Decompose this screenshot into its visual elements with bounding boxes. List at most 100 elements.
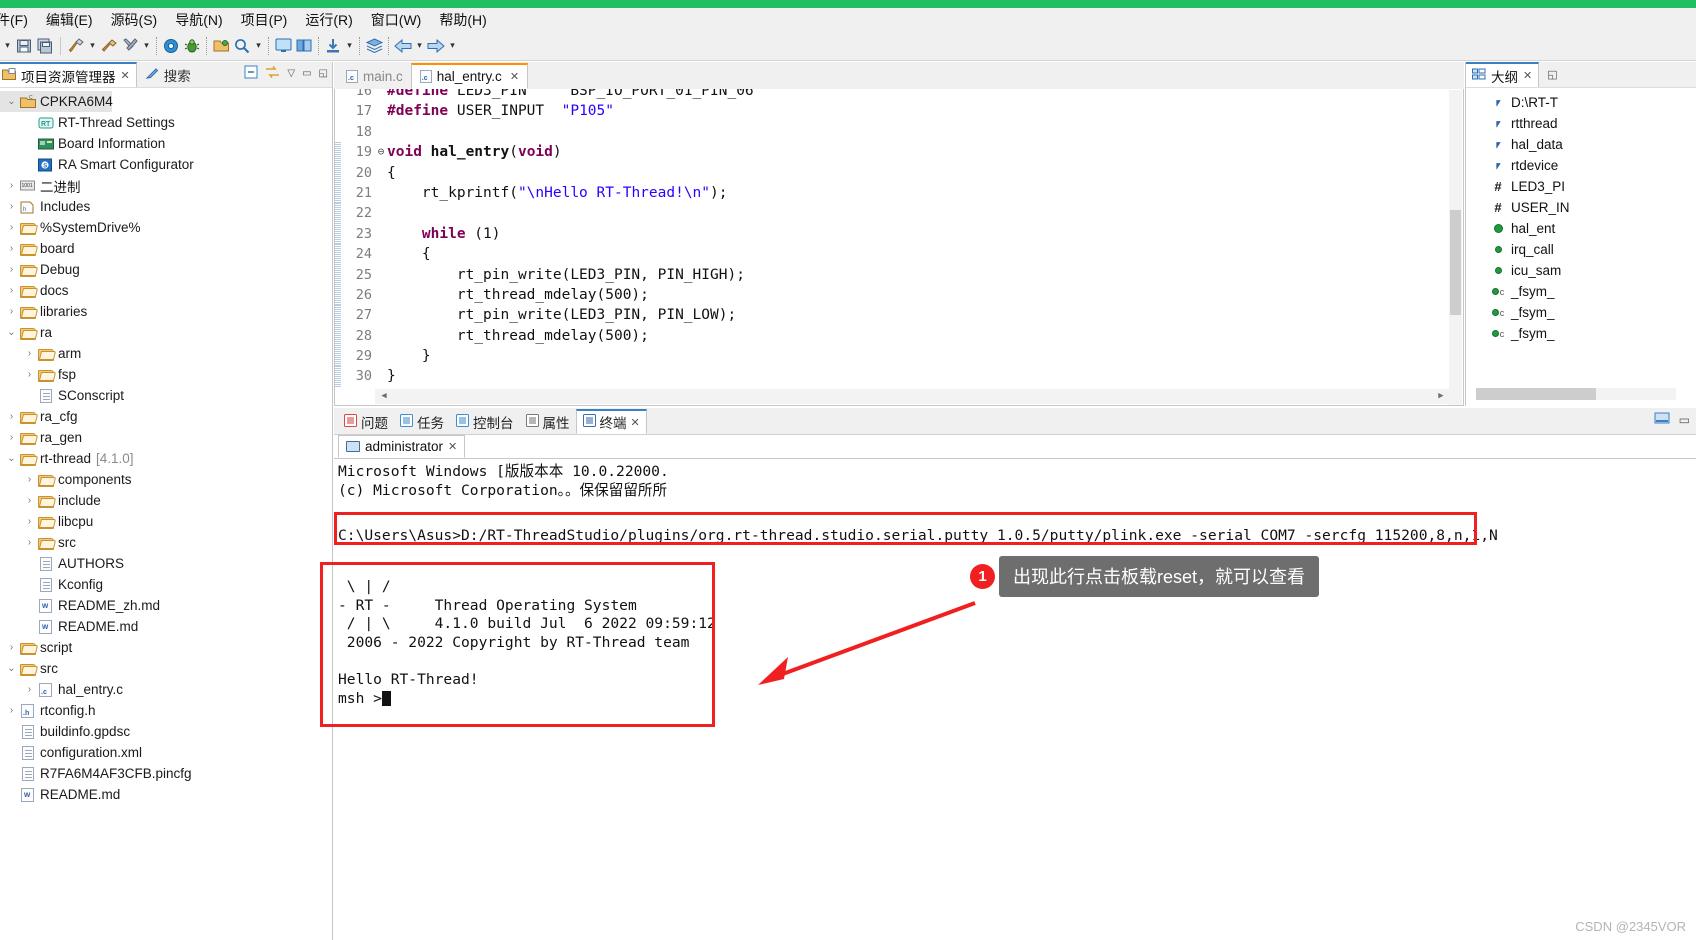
- collapse-all-icon[interactable]: [244, 65, 258, 82]
- fold-toggle-icon[interactable]: [375, 285, 387, 305]
- tree-item-sconscript[interactable]: SConscript: [0, 385, 332, 406]
- book-icon[interactable]: [294, 35, 314, 57]
- tree-item-script[interactable]: › script: [0, 637, 332, 658]
- console-tab-3[interactable]: 属性: [520, 409, 576, 434]
- fold-toggle-icon[interactable]: [375, 305, 387, 325]
- debug-bug-icon[interactable]: [182, 35, 202, 57]
- tree-twisty[interactable]: ›: [22, 369, 37, 380]
- layers-icon[interactable]: [364, 35, 384, 57]
- tree-item--[interactable]: › 1001 二进制: [0, 175, 332, 196]
- tree-item-components[interactable]: › components: [0, 469, 332, 490]
- tree-twisty[interactable]: ›: [4, 705, 19, 716]
- save-all-icon[interactable]: [35, 35, 55, 57]
- menu-item-2[interactable]: 源码(S): [102, 8, 167, 32]
- tab-project-explorer[interactable]: 项目资源管理器 ✕: [0, 62, 137, 87]
- tree-twisty[interactable]: ›: [4, 285, 19, 296]
- menu-item-3[interactable]: 导航(N): [166, 8, 231, 32]
- maximize-icon[interactable]: ◱: [319, 68, 328, 79]
- close-icon[interactable]: ✕: [121, 69, 130, 82]
- fold-toggle-icon[interactable]: [375, 203, 387, 223]
- tree-twisty[interactable]: ›: [22, 495, 37, 506]
- fold-toggle-icon[interactable]: [375, 326, 387, 346]
- close-icon[interactable]: ✕: [631, 416, 640, 429]
- editor-vertical-scroll-thumb[interactable]: [1450, 210, 1461, 315]
- outline-item-3[interactable]: ⎖ rtdevice: [1466, 155, 1696, 176]
- forward-arrow-icon[interactable]: [426, 35, 446, 57]
- editor-tab-hal_entry-c[interactable]: .c hal_entry.c ✕: [410, 63, 529, 89]
- outline-item-1[interactable]: ⎖ rtthread: [1466, 113, 1696, 134]
- clean-hammer-icon[interactable]: [99, 35, 119, 57]
- download-dropdown-arrow-icon[interactable]: ▾: [344, 35, 355, 57]
- tree-twisty[interactable]: ›: [22, 348, 37, 359]
- minimize-icon[interactable]: [1654, 412, 1670, 428]
- outline-item-7[interactable]: irq_call: [1466, 239, 1696, 260]
- tree-item-ra-gen[interactable]: › ra_gen: [0, 427, 332, 448]
- fold-toggle-icon[interactable]: [375, 224, 387, 244]
- maximize-icon[interactable]: ▭: [1679, 413, 1690, 427]
- build-hammer-icon[interactable]: [66, 35, 86, 57]
- search-icon[interactable]: [232, 35, 252, 57]
- tree-item-hal-entry-c[interactable]: › .c hal_entry.c: [0, 679, 332, 700]
- outline-item-2[interactable]: ⎖ hal_data: [1466, 134, 1696, 155]
- tree-item-src[interactable]: ⌄ src: [0, 658, 332, 679]
- tree-twisty[interactable]: ›: [4, 264, 19, 275]
- editor-vertical-scrollbar[interactable]: [1449, 90, 1462, 405]
- tree-twisty[interactable]: ›: [4, 222, 19, 233]
- outline-item-4[interactable]: # LED3_PI: [1466, 176, 1696, 197]
- close-icon[interactable]: ✕: [510, 70, 519, 83]
- tools-icon[interactable]: [120, 35, 140, 57]
- tree-twisty[interactable]: ›: [4, 180, 19, 191]
- new-dropdown-arrow-icon[interactable]: ▾: [2, 35, 13, 57]
- tree-item-libraries[interactable]: › libraries: [0, 301, 332, 322]
- tools-dropdown-arrow-icon[interactable]: ▾: [141, 35, 152, 57]
- save-icon[interactable]: [14, 35, 34, 57]
- outline-item-0[interactable]: ⎖ D:\RT-T: [1466, 92, 1696, 113]
- menu-item-1[interactable]: 编辑(E): [37, 8, 102, 32]
- tree-twisty[interactable]: ›: [22, 516, 37, 527]
- fold-toggle-icon[interactable]: ⊖: [375, 142, 387, 162]
- tree-item-libcpu[interactable]: › libcpu: [0, 511, 332, 532]
- outline-item-6[interactable]: hal_ent: [1466, 218, 1696, 239]
- fold-toggle-icon[interactable]: [375, 89, 387, 101]
- tree-twisty[interactable]: ›: [4, 432, 19, 443]
- tree-item-authors[interactable]: AUTHORS: [0, 553, 332, 574]
- tree-item--systemdrive-[interactable]: › %SystemDrive%: [0, 217, 332, 238]
- tree-twisty[interactable]: ⌄: [4, 96, 19, 107]
- tree-item-ra-cfg[interactable]: › ra_cfg: [0, 406, 332, 427]
- tree-item-include[interactable]: › include: [0, 490, 332, 511]
- fold-toggle-icon[interactable]: [375, 346, 387, 366]
- tree-twisty[interactable]: ⌄: [4, 327, 19, 338]
- tree-twisty[interactable]: ›: [4, 201, 19, 212]
- tab-outline[interactable]: 大纲 ✕: [1466, 62, 1540, 87]
- menu-item-5[interactable]: 运行(R): [296, 8, 361, 32]
- tree-item-readme-md[interactable]: w README.md: [0, 616, 332, 637]
- menu-item-7[interactable]: 帮助(H): [430, 8, 495, 32]
- tree-item-includes[interactable]: › h Includes: [0, 196, 332, 217]
- back-dropdown-arrow-icon[interactable]: ▾: [414, 35, 425, 57]
- terminal-monitor-icon[interactable]: [273, 35, 293, 57]
- outline-view-menu-icon[interactable]: ◱: [1547, 68, 1557, 81]
- console-tab-0[interactable]: 问题: [338, 409, 394, 434]
- fold-toggle-icon[interactable]: [375, 101, 387, 121]
- minimize-icon[interactable]: ▭: [302, 68, 311, 79]
- fold-toggle-icon[interactable]: [375, 183, 387, 203]
- menu-item-0[interactable]: 件(F): [0, 8, 37, 32]
- forward-dropdown-arrow-icon[interactable]: ▾: [447, 35, 458, 57]
- download-icon[interactable]: [323, 35, 343, 57]
- tree-item-ra-smart-configurator[interactable]: S RA Smart Configurator: [0, 154, 332, 175]
- view-menu-icon[interactable]: ▽: [287, 68, 295, 79]
- tree-item-readme-md[interactable]: w README.md: [0, 784, 332, 805]
- fold-toggle-icon[interactable]: [375, 122, 387, 142]
- tree-twisty[interactable]: ⌄: [4, 663, 19, 674]
- tree-item-ra[interactable]: ⌄ ra: [0, 322, 332, 343]
- outline-item-9[interactable]: c _fsym_: [1466, 281, 1696, 302]
- tree-item-rt-thread[interactable]: ⌄ rt-thread [4.1.0]: [0, 448, 332, 469]
- tree-item-src[interactable]: › src: [0, 532, 332, 553]
- menu-item-6[interactable]: 窗口(W): [362, 8, 431, 32]
- tree-item-board[interactable]: › board: [0, 238, 332, 259]
- search-dropdown-arrow-icon[interactable]: ▾: [253, 35, 264, 57]
- tree-item-buildinfo-gpdsc[interactable]: buildinfo.gpdsc: [0, 721, 332, 742]
- tree-twisty[interactable]: ›: [4, 411, 19, 422]
- close-icon[interactable]: ✕: [1523, 69, 1532, 82]
- project-tree[interactable]: ⌄ C CPKRA6M4 RT RT-Thread Settings Board Info…: [0, 88, 332, 938]
